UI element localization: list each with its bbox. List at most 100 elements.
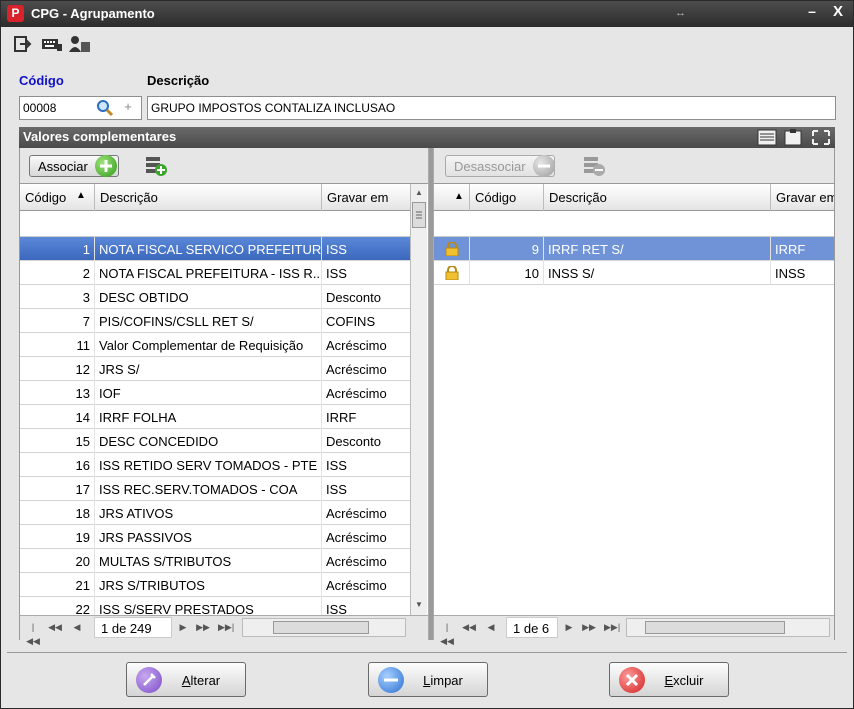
excluir-button[interactable]: Excluir [609, 662, 729, 697]
page-indicator: 1 de 249 [94, 617, 172, 638]
col-codigo-header[interactable]: Código ▲ [20, 184, 95, 211]
cell-gravar: Acréscimo [326, 386, 387, 401]
table-row[interactable]: 7 PIS/COFINS/CSLL RET S/COFINS [20, 309, 410, 333]
title-bar: P CPG - Agrupamento ↔ – X [1, 1, 853, 27]
cell-descricao: ISS RETIDO SERV TOMADOS - PTE [95, 453, 322, 477]
prev-block-icon[interactable]: ◀◀ [462, 620, 476, 634]
table-row[interactable]: 9 IRRF RET S/IRRF [434, 237, 834, 261]
first-page-icon[interactable]: |◀◀ [26, 620, 40, 646]
scroll-up-icon[interactable]: ▲ [413, 188, 425, 198]
col-gravar-header[interactable]: Gravar em [322, 184, 410, 211]
limpar-button[interactable]: Limpar [368, 662, 488, 697]
col-descricao-header[interactable]: Descrição [95, 184, 322, 211]
table-row[interactable]: 13 IOF Acréscimo [20, 381, 410, 405]
search-icon[interactable] [94, 97, 116, 119]
clipboard-icon[interactable] [783, 129, 803, 146]
table-row[interactable]: 1 NOTA FISCAL SERVICO PREFEITURA ISS [20, 237, 410, 261]
grid-header: ▲ Código Descrição Gravar em [434, 184, 834, 211]
app-logo-icon: P [7, 5, 24, 22]
table-row[interactable]: 15 DESC CONCEDIDO Desconto [20, 429, 410, 453]
next-block-icon[interactable]: ▶▶ [196, 620, 210, 634]
table-row[interactable]: 17 ISS REC.SERV.TOMADOS - COA ISS [20, 477, 410, 501]
minimize-button[interactable]: – [804, 3, 820, 23]
associated-rows: 9 IRRF RET S/IRRF 10 INSS S/INSS [434, 237, 834, 616]
table-row[interactable]: 21 JRS S/TRIBUTOS Acréscimo [20, 573, 410, 597]
cell-gravar: Desconto [326, 434, 381, 449]
next-page-icon[interactable]: ▶ [562, 620, 576, 634]
horizontal-scrollbar[interactable] [626, 618, 830, 637]
prev-page-icon[interactable]: ◀ [484, 620, 498, 634]
cell-codigo: 1 [20, 237, 95, 261]
cell-descricao: DESC OBTIDO [95, 285, 322, 309]
remove-circle-icon[interactable] [533, 155, 555, 177]
cell-descricao: ISS REC.SERV.TOMADOS - COA [95, 477, 322, 501]
table-row[interactable]: 14 IRRF FOLHA IRRF [20, 405, 410, 429]
descricao-label: Descrição [147, 73, 210, 88]
codigo-label: Código [19, 73, 64, 88]
hscroll-thumb[interactable] [645, 621, 785, 634]
cell-descricao: NOTA FISCAL PREFEITURA - ISS R... [95, 261, 322, 285]
table-row[interactable]: 2 NOTA FISCAL PREFEITURA - ISS R... ISS [20, 261, 410, 285]
cell-descricao: PIS/COFINS/CSLL RET S/ [95, 309, 322, 333]
table-row[interactable]: 10 INSS S/INSS [434, 261, 834, 285]
cell-codigo: 21 [20, 573, 95, 597]
users-icon[interactable] [69, 34, 91, 54]
scroll-down-icon[interactable]: ▼ [413, 600, 425, 610]
cell-descricao: NOTA FISCAL SERVICO PREFEITURA [95, 237, 322, 261]
alterar-button[interactable]: Alterar [126, 662, 246, 697]
keyboard-icon[interactable] [41, 34, 63, 54]
codigo-input[interactable]: 00008 + [19, 96, 142, 120]
scroll-thumb[interactable] [412, 202, 426, 228]
cell-codigo: 3 [20, 285, 95, 309]
section-header: Valores complementares [19, 127, 835, 148]
prev-page-icon[interactable]: ◀ [70, 620, 84, 634]
cell-descricao: IRRF RET S/ [544, 237, 771, 261]
table-row[interactable]: 18 JRS ATIVOS Acréscimo [20, 501, 410, 525]
close-button[interactable]: X [830, 3, 846, 23]
filter-row[interactable] [434, 211, 834, 237]
last-page-icon[interactable]: ▶▶| [218, 620, 234, 634]
exit-icon[interactable] [13, 34, 35, 54]
cell-gravar: IRRF [326, 410, 357, 425]
col-gravar-header[interactable]: Gravar em [771, 184, 834, 211]
expand-icon[interactable] [811, 129, 831, 146]
table-row[interactable]: 12 JRS S/Acréscimo [20, 357, 410, 381]
next-page-icon[interactable]: ▶ [176, 620, 190, 634]
cell-codigo: 13 [20, 381, 95, 405]
horizontal-scrollbar[interactable] [242, 618, 406, 637]
vertical-scrollbar[interactable]: ▲ ▼ [410, 184, 427, 616]
resize-icon[interactable]: ↔ [675, 7, 686, 19]
table-row[interactable]: 11 Valor Complementar de Requisição Acrésc… [20, 333, 410, 357]
list-view-icon[interactable] [757, 129, 777, 146]
cell-codigo: 16 [20, 453, 95, 477]
last-page-icon[interactable]: ▶▶| [604, 620, 620, 634]
table-row[interactable]: 19 JRS PASSIVOS Acréscimo [20, 525, 410, 549]
add-all-icon[interactable] [144, 155, 168, 177]
add-circle-icon[interactable] [95, 155, 117, 177]
hscroll-thumb[interactable] [273, 621, 369, 634]
first-page-icon[interactable]: |◀◀ [440, 620, 454, 646]
descricao-input[interactable]: GRUPO IMPOSTOS CONTALIZA INCLUSAO [147, 96, 836, 120]
cell-codigo: 2 [20, 261, 95, 285]
limpar-label: Limpar [423, 673, 463, 688]
codigo-value: 00008 [23, 101, 57, 115]
col-descricao-header[interactable]: Descrição [544, 184, 771, 211]
remove-all-icon[interactable] [582, 155, 606, 177]
table-row[interactable]: 16 ISS RETIDO SERV TOMADOS - PTE ISS [20, 453, 410, 477]
cell-descricao: MULTAS S/TRIBUTOS [95, 549, 322, 573]
table-row[interactable]: 22 ISS S/SERV PRESTADOS ISS [20, 597, 410, 616]
col-lock-header[interactable]: ▲ [434, 184, 470, 211]
add-icon[interactable]: + [121, 99, 135, 117]
table-row[interactable]: 3 DESC OBTIDO Desconto [20, 285, 410, 309]
table-row[interactable]: 20 MULTAS S/TRIBUTOS Acréscimo [20, 549, 410, 573]
cell-codigo: 20 [20, 549, 95, 573]
col-codigo-header[interactable]: Código [470, 184, 544, 211]
next-block-icon[interactable]: ▶▶ [582, 620, 596, 634]
filter-row[interactable] [20, 211, 410, 237]
lock-icon [434, 237, 470, 261]
prev-block-icon[interactable]: ◀◀ [48, 620, 62, 634]
cell-descricao: INSS S/ [544, 261, 771, 285]
available-rows: 1 NOTA FISCAL SERVICO PREFEITURA ISS 2 NOTA … [20, 237, 410, 616]
associated-grid: ▲ Código Descrição Gravar em 9 IRRF RET S… [434, 183, 834, 615]
cell-gravar: COFINS [326, 314, 376, 329]
